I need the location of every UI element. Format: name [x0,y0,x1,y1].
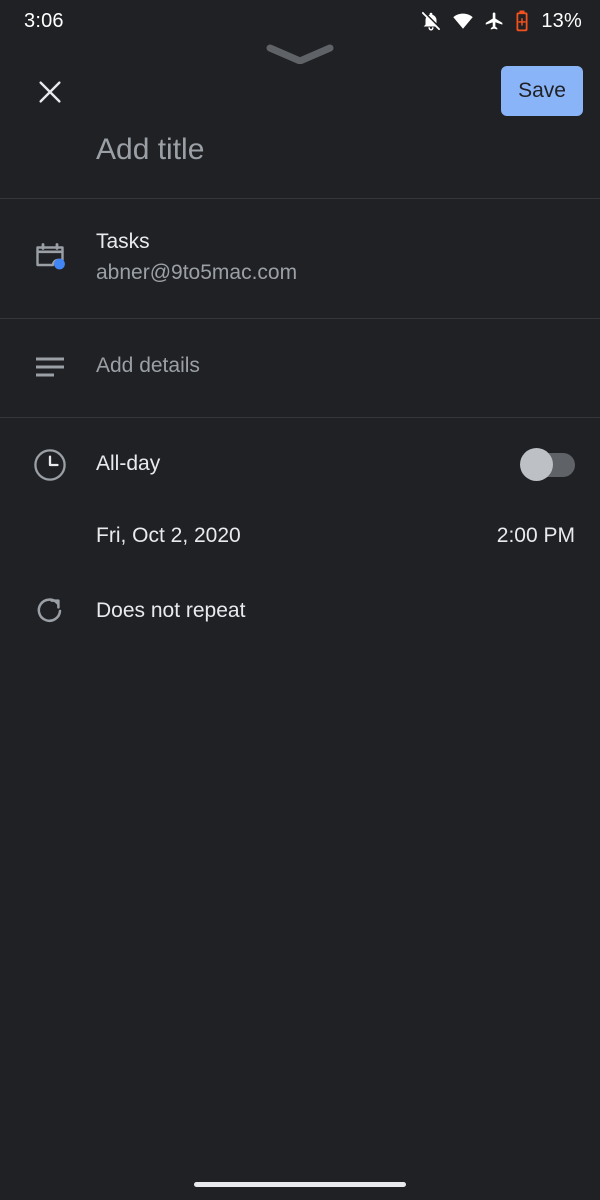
title-field-wrapper [0,122,600,194]
toggle-thumb [520,448,553,481]
calendar-name: Tasks [96,230,150,253]
details-row[interactable] [0,319,600,417]
details-input[interactable] [96,354,536,378]
repeat-label: Does not repeat [96,599,246,622]
start-time-button[interactable]: 2:00 PM [497,524,575,548]
close-button[interactable] [28,72,72,116]
notifications-off-icon [420,10,442,32]
wifi-icon [452,10,474,32]
divider-above-allday [0,417,600,418]
status-bar-icons: 13% [420,10,582,33]
airplane-mode-icon [484,11,505,32]
status-bar: 3:06 13% [0,0,600,42]
app-bar: Save [0,64,600,120]
gesture-nav-pill[interactable] [194,1182,406,1187]
start-date-button[interactable]: Fri, Oct 2, 2020 [96,524,241,548]
calendar-account-row[interactable]: Tasks abner@9to5mac.com [0,199,600,318]
event-editor-screen: 3:06 13% Save Add title Tasks abner@9to5… [0,0,600,1200]
clock-icon [28,443,72,487]
status-bar-clock: 3:06 [24,9,64,32]
start-datetime-row: Fri, Oct 2, 2020 2:00 PM [0,524,600,568]
save-button[interactable]: Save [501,66,583,116]
all-day-toggle[interactable] [520,448,575,481]
description-icon [28,345,72,389]
calendar-icon [28,235,72,279]
battery-charging-icon [515,10,529,32]
repeat-icon [28,589,72,633]
battery-percentage: 13% [541,9,582,32]
chevron-down-handle[interactable] [264,44,336,65]
repeat-row[interactable]: Does not repeat [0,589,600,635]
all-day-label: All-day [96,452,161,475]
close-icon [35,77,65,112]
calendar-account-email: abner@9to5mac.com [96,261,298,284]
title-input[interactable] [96,122,566,178]
all-day-row: All-day [0,434,600,496]
